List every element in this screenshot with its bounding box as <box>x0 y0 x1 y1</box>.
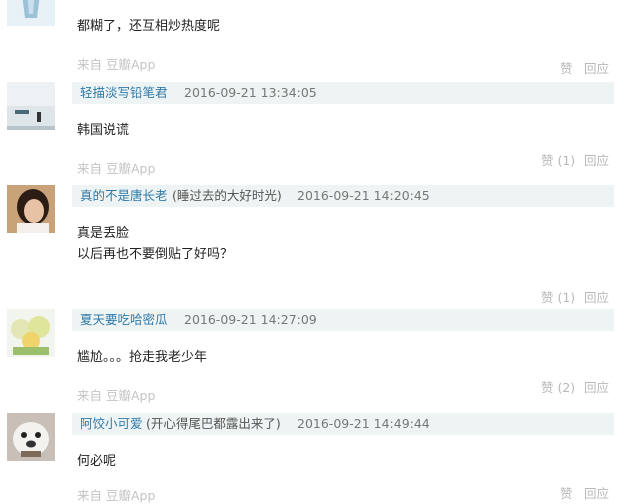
comment-text: 何必呢 <box>77 454 117 469</box>
comment-source: 来自 豆瓣App <box>77 388 156 403</box>
author-signature: (睡过去的大好时光) <box>172 188 282 203</box>
author-link[interactable]: 夏天要吃哈密瓜 <box>80 309 168 331</box>
reply-button[interactable]: 回应 <box>584 377 609 396</box>
author-link[interactable]: 轻描淡写铅笔君 <box>80 82 168 104</box>
comment-item: 真的不是唐长老 (睡过去的大好时光) 2016-09-21 14:20:45 真… <box>0 185 640 305</box>
comment-time: 2016-09-21 14:49:44 <box>297 416 430 431</box>
comment-item: 夏天要吃哈密瓜 2016-09-21 14:27:09 尴尬。。。抢走我老少年 … <box>0 309 640 409</box>
comment-time: 2016-09-21 14:20:45 <box>297 188 430 203</box>
comment-text: 韩国说谎 <box>77 123 130 138</box>
avatar[interactable] <box>7 413 55 461</box>
reply-button[interactable]: 回应 <box>584 150 609 169</box>
comment-header: 阿饺小可爱 (开心得尾巴都露出来了) 2016-09-21 14:49:44 <box>72 413 614 435</box>
comment-source: 来自 豆瓣App <box>77 488 156 503</box>
comment-item: 都糊了，还互相炒热度呢 来自 豆瓣App 赞 回应 <box>0 0 640 80</box>
comment-text: 都糊了，还互相炒热度呢 <box>77 19 221 34</box>
reply-button[interactable]: 回应 <box>584 287 609 306</box>
comment-header: 夏天要吃哈密瓜 2016-09-21 14:27:09 <box>72 309 614 331</box>
comment-item: 阿饺小可爱 (开心得尾巴都露出来了) 2016-09-21 14:49:44 何… <box>0 413 640 503</box>
source-app-link[interactable]: 豆瓣App <box>106 488 155 503</box>
avatar[interactable] <box>7 0 55 26</box>
comment-time: 2016-09-21 13:34:05 <box>184 85 317 100</box>
source-app-link[interactable]: 豆瓣App <box>106 57 155 72</box>
reply-button[interactable]: 回应 <box>584 58 609 77</box>
avatar[interactable] <box>7 185 55 233</box>
avatar[interactable] <box>7 82 55 130</box>
like-button[interactable]: 赞 (1) <box>541 287 575 306</box>
comment-source: 来自 豆瓣App <box>77 161 156 176</box>
comment-time: 2016-09-21 14:27:09 <box>184 312 317 327</box>
like-button[interactable]: 赞 <box>560 58 573 77</box>
author-link[interactable]: 阿饺小可爱 <box>80 413 143 435</box>
avatar[interactable] <box>7 309 55 357</box>
comment-text: 尴尬。。。抢走我老少年 <box>77 350 208 365</box>
author-link[interactable]: 真的不是唐长老 <box>80 185 168 207</box>
source-app-link[interactable]: 豆瓣App <box>106 388 155 403</box>
comment-item: 轻描淡写铅笔君 2016-09-21 13:34:05 韩国说谎 来自 豆瓣Ap… <box>0 80 640 180</box>
like-button[interactable]: 赞 (2) <box>541 377 575 396</box>
source-app-link[interactable]: 豆瓣App <box>106 161 155 176</box>
comment-header: 轻描淡写铅笔君 2016-09-21 13:34:05 <box>72 82 614 104</box>
like-button[interactable]: 赞 (1) <box>541 150 575 169</box>
comment-source: 来自 豆瓣App <box>77 57 156 72</box>
comment-text: 真是丢脸 以后再也不要倒贴了好吗？ <box>77 226 234 262</box>
comment-header: 真的不是唐长老 (睡过去的大好时光) 2016-09-21 14:20:45 <box>72 185 614 207</box>
author-signature: (开心得尾巴都露出来了) <box>146 416 281 431</box>
